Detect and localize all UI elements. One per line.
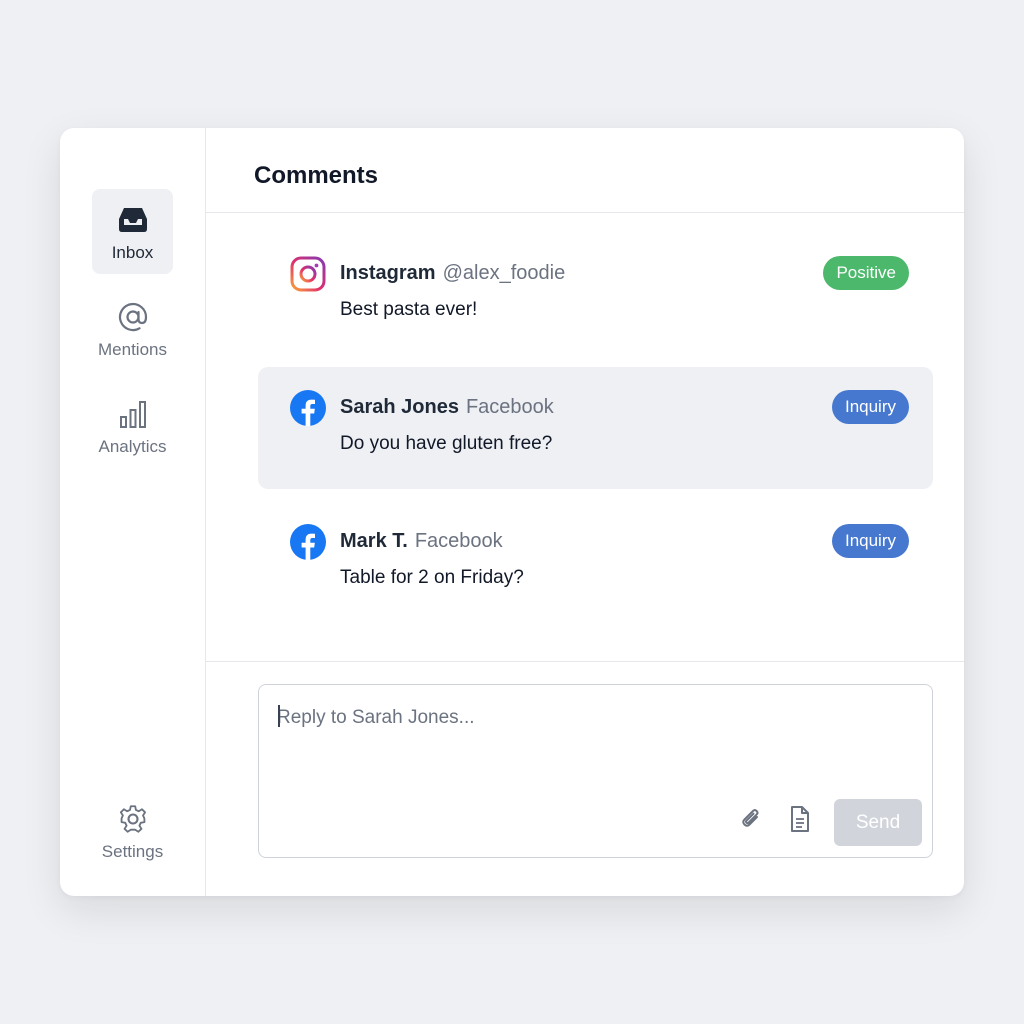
- comments-panel: Comments Instagram @alex_foodie Best pas…: [206, 128, 964, 896]
- bar-chart-icon: [116, 397, 150, 431]
- comment-text: Table for 2 on Friday?: [340, 567, 524, 588]
- comment-item[interactable]: Mark T. Facebook Table for 2 on Friday? I…: [258, 501, 933, 623]
- sidebar: Inbox Mentions Analytics Settings: [60, 128, 206, 896]
- page-title: Comments: [254, 162, 379, 189]
- app-window: Inbox Mentions Analytics Settings Commen…: [60, 128, 964, 896]
- category-badge[interactable]: Inquiry: [831, 390, 909, 424]
- sidebar-item-label: Mentions: [98, 340, 167, 359]
- gear-icon: [116, 802, 150, 836]
- comment-meta: Instagram @alex_foodie: [340, 262, 565, 285]
- reply-composer: Send: [206, 661, 964, 896]
- sidebar-item-label: Settings: [101, 842, 164, 861]
- paperclip-icon: [737, 805, 765, 838]
- sidebar-item-label: Analytics: [98, 437, 167, 456]
- sidebar-item-settings[interactable]: Settings: [92, 788, 173, 873]
- category-badge[interactable]: Inquiry: [831, 524, 909, 558]
- sidebar-item-label: Inbox: [111, 243, 154, 262]
- comment-author: Instagram: [340, 262, 436, 284]
- at-sign-icon: [116, 300, 150, 334]
- comment-item[interactable]: Sarah Jones Facebook Do you have gluten f…: [258, 367, 933, 489]
- comment-source: Facebook: [465, 396, 554, 418]
- comment-source: Facebook: [414, 530, 503, 552]
- comment-author: Sarah Jones: [340, 396, 459, 418]
- document-icon: [787, 805, 813, 838]
- facebook-icon: [289, 389, 327, 427]
- facebook-icon: [289, 523, 327, 561]
- attach-button[interactable]: [735, 805, 767, 837]
- comment-meta: Mark T. Facebook: [340, 530, 503, 553]
- comment-text: Do you have gluten free?: [340, 433, 553, 454]
- comment-author: Mark T.: [340, 530, 408, 552]
- comment-handle: @alex_foodie: [442, 262, 566, 284]
- instagram-icon: [289, 255, 327, 293]
- template-button[interactable]: [784, 805, 816, 837]
- sidebar-item-analytics[interactable]: Analytics: [92, 383, 173, 468]
- comment-text: Best pasta ever!: [340, 299, 478, 320]
- sentiment-badge[interactable]: Positive: [823, 256, 909, 290]
- sidebar-item-mentions[interactable]: Mentions: [92, 286, 173, 371]
- inbox-icon: [116, 203, 150, 237]
- send-button[interactable]: Send: [834, 799, 922, 846]
- reply-box: Send: [258, 684, 933, 858]
- reply-input[interactable]: [277, 703, 897, 733]
- comment-item[interactable]: Instagram @alex_foodie Best pasta ever! P…: [258, 233, 933, 355]
- panel-header: Comments: [206, 128, 964, 213]
- sidebar-item-inbox[interactable]: Inbox: [92, 189, 173, 274]
- comment-meta: Sarah Jones Facebook: [340, 396, 554, 419]
- text-caret: [278, 705, 280, 727]
